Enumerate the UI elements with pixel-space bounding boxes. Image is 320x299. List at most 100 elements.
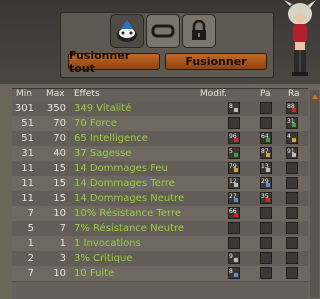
character-avatar [284,0,316,76]
min-value: 31 [21,148,34,159]
item-slot[interactable] [110,14,144,48]
modif-rune-slot[interactable]: 5 [228,147,240,159]
max-value: 350 [46,103,66,114]
modif-rune-slot[interactable]: 79 [228,162,240,174]
ra-rune-slot[interactable] [286,252,298,264]
effect-label: 14 Dommages Terre [74,178,175,189]
rune-gem-icon [234,273,238,277]
pa-rune-slot[interactable] [260,267,272,279]
max-value: 7 [59,223,66,234]
modif-rune-slot[interactable]: 66 [228,207,240,219]
rune-gem-icon [266,183,270,187]
ra-rune-slot[interactable] [286,207,298,219]
table-row: 31 40 37 Sagesse 5 87 91 [12,146,308,162]
rune-gem-icon [266,198,270,202]
ra-rune-slot[interactable]: 88 [286,102,298,114]
rune-count: 4 [287,133,291,140]
rune-gem-icon [234,138,238,142]
table-header: Min Max Effets Modif. Pa Ra [12,89,308,101]
fusionner-tout-button[interactable]: Fusionner tout [68,49,160,75]
modif-rune-slot[interactable]: 96 [228,132,240,144]
pa-rune-slot[interactable] [260,222,272,234]
min-value: 301 [14,103,34,114]
ra-rune-slot[interactable] [286,177,298,189]
top-panel: Fusionner tout Fusionner [0,0,320,84]
ra-rune-slot[interactable] [286,267,298,279]
table-row: 11 15 14 Dommages Feu 79 13 [12,161,308,177]
ra-rune-slot[interactable] [286,222,298,234]
modif-rune-slot[interactable]: 12 [228,177,240,189]
max-value: 3 [59,253,66,264]
fusionner-button[interactable]: Fusionner [165,53,267,70]
header-modif: Modif. [200,89,227,99]
header-pa: Pa [260,89,271,99]
ra-rune-slot[interactable] [286,162,298,174]
rune-gem-icon [292,108,296,112]
modif-rune-slot[interactable]: 8 [228,267,240,279]
modif-rune-slot[interactable]: 27 [228,192,240,204]
modif-rune-slot[interactable]: 9 [228,252,240,264]
pa-rune-slot[interactable] [260,117,272,129]
rune-gem-icon [234,108,238,112]
max-value: 15 [53,163,66,174]
lock-slot[interactable] [182,14,216,48]
min-value: 51 [21,118,34,129]
header-effets: Effets [74,89,100,99]
rune-gem-icon [292,123,296,127]
rune-orb-icon [117,20,137,42]
modif-rune-slot[interactable] [228,222,240,234]
table-row: 5 7 7% Résistance Neutre [12,221,308,237]
min-value: 51 [21,133,34,144]
rune-count: 9 [229,253,233,260]
effect-label: 349 Vitalité [74,103,132,114]
pa-rune-slot[interactable]: 35 [260,192,272,204]
pa-rune-slot[interactable]: 13 [260,162,272,174]
table-row: 11 15 14 Dommages Terre 12 29 [12,176,308,192]
rune-gem-icon [234,183,238,187]
effect-label: 1 Invocations [74,238,141,249]
fusion-slot[interactable] [146,14,180,48]
max-value: 15 [53,178,66,189]
effect-label: 70 Force [74,118,117,129]
max-value: 1 [59,238,66,249]
pa-rune-slot[interactable]: 64 [260,132,272,144]
pa-rune-slot[interactable] [260,207,272,219]
pa-rune-slot[interactable]: 29 [260,177,272,189]
min-value: 7 [27,208,34,219]
rune-gem-icon [234,198,238,202]
pa-rune-slot[interactable] [260,102,272,114]
effect-label: 3% Critique [74,253,133,264]
rune-gem-icon [266,153,270,157]
max-value: 40 [53,148,66,159]
ra-rune-slot[interactable] [286,192,298,204]
max-value: 70 [53,118,66,129]
modif-rune-slot[interactable] [228,237,240,249]
table-body: 301 350 349 Vitalité 8 88 51 70 70 Force 31 51 70 6… [12,101,308,299]
ra-rune-slot[interactable] [286,237,298,249]
scroll-up-arrow-icon[interactable] [312,94,318,99]
modif-rune-slot[interactable] [228,117,240,129]
min-value: 5 [27,223,34,234]
rune-gem-icon [266,138,270,142]
lock-icon [192,20,206,40]
header-max: Max [46,89,65,99]
table-row: 7 10 10 Fuite 8 [12,266,308,282]
ra-rune-slot[interactable]: 31 [286,117,298,129]
scrollbar[interactable] [310,90,319,298]
ra-rune-slot[interactable]: 91 [286,147,298,159]
pa-rune-slot[interactable]: 87 [260,147,272,159]
max-value: 15 [53,193,66,204]
modif-rune-slot[interactable]: 8 [228,102,240,114]
min-value: 2 [27,253,34,264]
pa-rune-slot[interactable] [260,252,272,264]
table-row: 51 70 70 Force 31 [12,116,308,132]
rune-count: 8 [229,103,233,110]
rune-gem-icon [234,168,238,172]
rune-gem-icon [234,258,238,262]
pa-rune-slot[interactable] [260,237,272,249]
effect-label: 14 Dommages Neutre [74,193,185,204]
effect-label: 14 Dommages Feu [74,163,168,174]
ra-rune-slot[interactable]: 4 [286,132,298,144]
effect-label: 10% Résistance Terre [74,208,182,219]
rune-count: 5 [229,148,233,155]
